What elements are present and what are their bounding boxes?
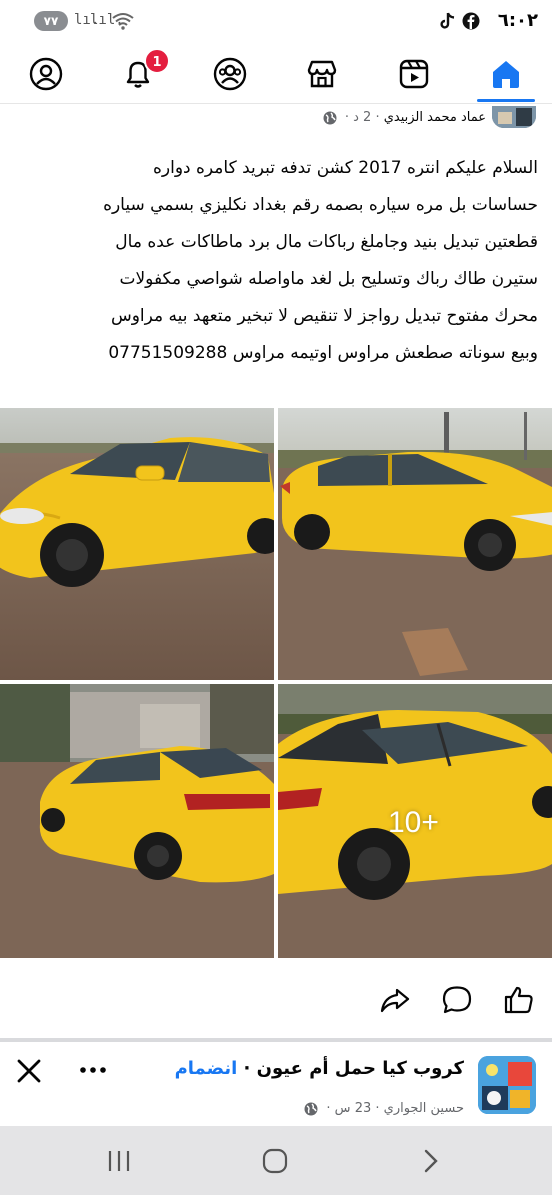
wifi-icon xyxy=(112,13,134,30)
profile-tab[interactable] xyxy=(26,54,66,94)
share-icon xyxy=(380,988,410,1013)
post-photo-2[interactable] xyxy=(278,408,552,680)
globe-icon xyxy=(304,1102,318,1115)
active-tab-indicator xyxy=(477,99,535,102)
join-button[interactable]: انضمام xyxy=(175,1058,238,1079)
notification-badge: 1 xyxy=(144,48,170,74)
group-title-line: كروب كيا حمل أم عيون · انضمام xyxy=(174,1058,464,1079)
comment-button[interactable] xyxy=(440,983,474,1017)
marketplace-tab[interactable] xyxy=(302,54,342,94)
marketplace-icon xyxy=(307,60,337,88)
home-tab[interactable] xyxy=(486,54,526,94)
android-navigation-bar xyxy=(0,1126,552,1195)
tiktok-icon xyxy=(440,12,455,29)
post-text-line: حساسات بل مره سياره بصمه رقم بغداد نكليز… xyxy=(103,195,538,215)
group-title[interactable]: كروب كيا حمل أم عيون xyxy=(257,1058,464,1079)
group-subline: حسين الجواري · 23 س · xyxy=(304,1101,464,1116)
author-line: عماد محمد الزبيدي · 2 د · xyxy=(323,110,486,125)
post-text-line: السلام عليكم انتره 2017 كشن تدفه تبريد ك… xyxy=(153,158,538,178)
home-icon xyxy=(493,61,519,88)
recent-apps-icon[interactable] xyxy=(106,1148,132,1174)
group-member-name[interactable]: حسين الجواري xyxy=(384,1101,464,1116)
post-text-line: ستيرن طاك رباك وتسليح بل لغد ماواصله شوا… xyxy=(119,269,538,289)
share-button[interactable] xyxy=(378,983,412,1017)
video-tab[interactable] xyxy=(394,54,434,94)
group-suggestion[interactable]: كروب كيا حمل أم عيون · انضمام حسين الجوا… xyxy=(0,1042,552,1126)
comment-icon xyxy=(442,986,472,1014)
close-button[interactable] xyxy=(14,1056,44,1086)
post-text-line: وبيع سوناته صطعش مراوس اوتيمه مراوس 0775… xyxy=(108,343,538,363)
top-navigation: 1 xyxy=(0,42,552,104)
facebook-app-icon xyxy=(462,12,480,30)
back-icon[interactable] xyxy=(418,1148,444,1174)
post-text-line: قطعتين تبديل بنيد وجاملغ رباكات مال برد … xyxy=(115,232,538,252)
globe-icon xyxy=(323,111,337,124)
post-photo-4[interactable]: 10+ xyxy=(278,684,552,958)
friends-tab[interactable] xyxy=(210,54,250,94)
video-icon xyxy=(399,59,429,89)
status-bar: ٧٧ lı. lıl. ٦:٠٢ xyxy=(0,0,552,42)
post-time: · 2 د · xyxy=(344,110,380,125)
group-avatar[interactable] xyxy=(478,1056,536,1114)
clock: ٦:٠٢ xyxy=(497,10,538,31)
author-avatar[interactable] xyxy=(492,106,536,128)
more-photos-count: 10+ xyxy=(388,806,439,839)
profile-icon xyxy=(29,57,63,91)
like-icon xyxy=(504,986,533,1014)
post-text: السلام عليكم انتره 2017 كشن تدفه تبريد ك… xyxy=(14,150,538,372)
post-photo-1[interactable] xyxy=(0,408,274,680)
group-post-time: · 23 س · xyxy=(326,1101,380,1116)
battery-indicator: ٧٧ xyxy=(34,11,68,31)
post-actions xyxy=(0,965,552,1035)
post-header: عماد محمد الزبيدي · 2 د · xyxy=(0,104,552,134)
close-icon xyxy=(17,1059,41,1083)
friends-icon xyxy=(213,57,247,91)
home-button-icon[interactable] xyxy=(262,1148,288,1174)
more-icon xyxy=(80,1067,106,1073)
post-text-line: محرك مفتوح تبديل رواجز لا تنقيص لا تبخير… xyxy=(110,306,538,326)
like-button[interactable] xyxy=(502,983,536,1017)
author-name[interactable]: عماد محمد الزبيدي xyxy=(384,110,486,125)
more-options-button[interactable] xyxy=(78,1054,108,1091)
post-photo-3[interactable] xyxy=(0,684,274,958)
